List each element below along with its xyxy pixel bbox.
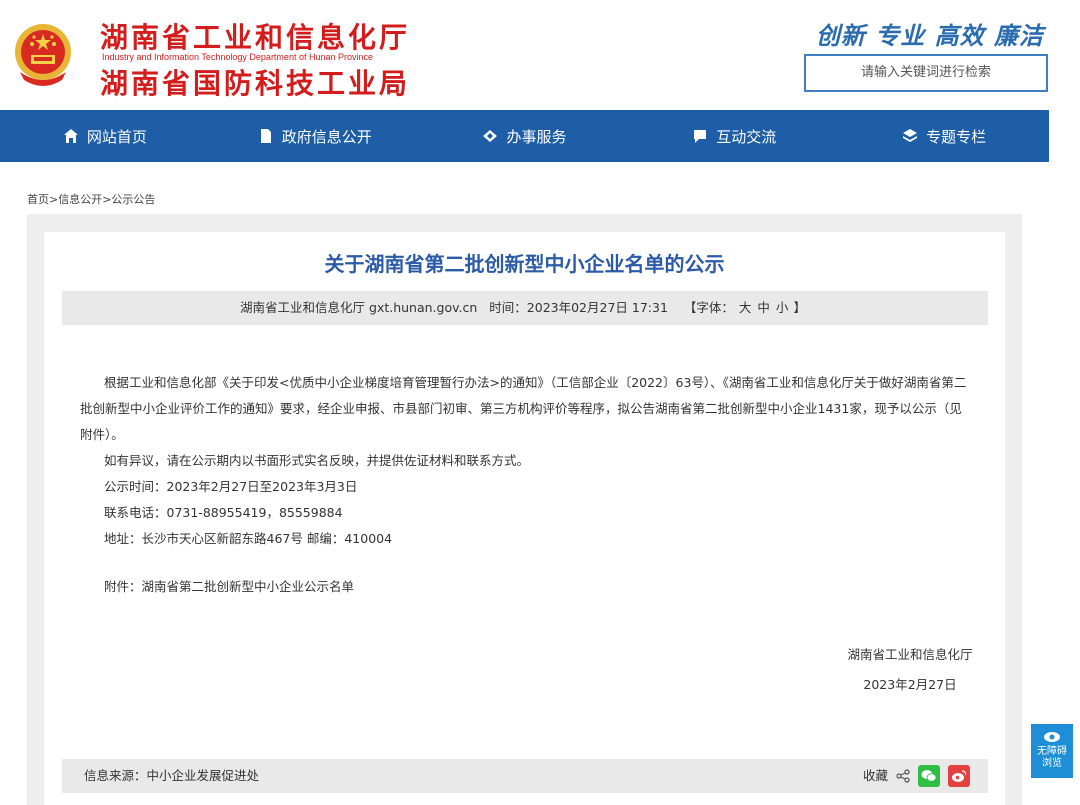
nav-item-interaction[interactable]: 互动交流: [629, 110, 839, 162]
nav-item-topics[interactable]: 专题专栏: [839, 110, 1049, 162]
handshake-icon: [483, 130, 498, 142]
body-paragraph: 联系电话：0731-88955419，85559884: [104, 505, 343, 520]
nav-item-label: 互动交流: [716, 127, 777, 146]
search-input[interactable]: 请输入关键词进行检索: [804, 54, 1048, 92]
body-paragraph: 公示时间：2023年2月27日至2023年3月3日: [104, 479, 358, 494]
source-site: 湖南省工业和信息化厅 gxt.hunan.gov.cn: [240, 300, 478, 315]
article-body: 根据工业和信息化部《关于印发<优质中小企业梯度培育管理暂行办法>的通知》（工信部…: [80, 370, 970, 600]
share-tools: 收藏: [863, 759, 970, 793]
attachment-link[interactable]: 附件：湖南省第二批创新型中小企业公示名单: [80, 574, 970, 600]
article-title: 关于湖南省第二批创新型中小企业名单的公示: [324, 252, 725, 276]
accessibility-label-2: 浏览: [1042, 758, 1062, 769]
wechat-icon[interactable]: [918, 765, 940, 787]
font-size-label: 【字体：: [683, 300, 734, 315]
chat-icon: [694, 130, 707, 143]
font-large-button[interactable]: 大: [739, 300, 752, 315]
body-paragraph: 地址：长沙市天心区新韶东路467号 邮编：410004: [104, 531, 393, 546]
body-paragraph: 如有异议，请在公示期内以书面形式实名反映，并提供佐证材料和联系方式。: [104, 453, 530, 468]
font-size-control: 【字体： 大 中 小】: [680, 300, 810, 315]
info-source: 信息来源：中小企业发展促进处: [84, 768, 260, 783]
site-header: 湖南省工业和信息化厅 Industry and Information Tech…: [0, 0, 1080, 110]
nav-item-label: 专题专栏: [926, 127, 987, 146]
article-meta: 湖南省工业和信息化厅 gxt.hunan.gov.cn 时间：2023年02月2…: [62, 291, 988, 325]
accessibility-label-1: 无障碍: [1037, 746, 1067, 757]
publish-time: 时间：2023年02月27日 17:31: [489, 300, 668, 315]
home-icon: [63, 129, 78, 143]
main-nav: 网站首页 政府信息公开 办事服务 互动交流 专题专栏: [0, 110, 1049, 162]
accessibility-button[interactable]: 无障碍 浏览: [1031, 724, 1073, 778]
font-size-bracket: 】: [793, 300, 806, 315]
eye-icon: [1044, 732, 1060, 742]
font-small-button[interactable]: 小: [776, 300, 789, 315]
layers-icon: [903, 129, 918, 142]
department-name-en: Industry and Information Technology Depa…: [102, 52, 373, 62]
signature-block: 湖南省工业和信息化厅 2023年2月27日: [830, 640, 990, 700]
nav-item-home[interactable]: 网站首页: [0, 110, 210, 162]
nav-item-gov-info[interactable]: 政府信息公开: [210, 110, 420, 162]
font-medium-button[interactable]: 中: [757, 300, 770, 315]
nav-item-label: 政府信息公开: [281, 127, 372, 146]
breadcrumb[interactable]: 首页>信息公开>公示公告: [27, 191, 155, 207]
nav-item-label: 网站首页: [86, 127, 147, 146]
favorite-button[interactable]: 收藏: [863, 759, 888, 793]
weibo-icon[interactable]: [948, 765, 970, 787]
national-emblem-icon[interactable]: [12, 22, 74, 88]
signature-date: 2023年2月27日: [863, 677, 957, 692]
nav-item-services[interactable]: 办事服务: [420, 110, 630, 162]
share-icon[interactable]: [896, 769, 910, 783]
body-paragraph: 根据工业和信息化部《关于印发<优质中小企业梯度培育管理暂行办法>的通知》（工信部…: [80, 375, 967, 442]
bureau-name-cn: 湖南省国防科技工业局: [100, 67, 411, 100]
article-footer: 信息来源：中小企业发展促进处 收藏: [62, 759, 988, 793]
signature-org: 湖南省工业和信息化厅: [847, 647, 973, 662]
slogan: 创新 专业 高效 廉洁: [815, 22, 1044, 50]
nav-item-label: 办事服务: [506, 127, 567, 146]
document-icon: [260, 129, 271, 143]
department-name-cn: 湖南省工业和信息化厅: [100, 21, 411, 54]
